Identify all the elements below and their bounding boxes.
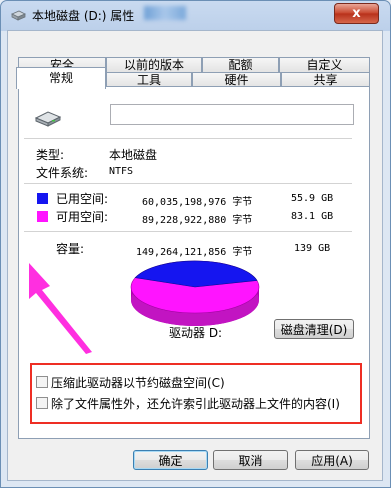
- compress-label[interactable]: 压缩此驱动器以节约磁盘空间(C): [51, 374, 225, 391]
- index-label[interactable]: 除了文件属性外，还允许索引此驱动器上文件的内容(I): [51, 395, 340, 412]
- used-space-bytes: 60,035,198,976 字节: [142, 197, 253, 208]
- drive-letter-label: 驱动器 D:: [169, 326, 223, 340]
- annotation-arrow: [29, 263, 92, 354]
- tab-sharing[interactable]: 共享: [281, 72, 370, 87]
- separator: [24, 183, 352, 184]
- window-title: 本地磁盘 (D:) 属性: [32, 9, 135, 23]
- free-space-label: 可用空间:: [56, 210, 109, 224]
- free-space-bytes: 89,228,922,880 字节: [142, 215, 253, 226]
- tab-quota[interactable]: 配额: [202, 57, 279, 72]
- tab-hardware[interactable]: 硬件: [192, 72, 281, 87]
- title-bar[interactable]: 本地磁盘 (D:) 属性 x: [1, 1, 390, 31]
- disk-cleanup-button[interactable]: 磁盘清理(D): [274, 319, 354, 339]
- capacity-gb: 139 GB: [294, 243, 331, 254]
- used-space-gb: 55.9 GB: [291, 193, 334, 204]
- used-space-label: 已用空间:: [56, 192, 109, 206]
- disk-usage-pie: [130, 260, 260, 326]
- cancel-button[interactable]: 取消: [213, 450, 288, 470]
- tab-tools[interactable]: 工具: [106, 72, 192, 87]
- title-blur: [144, 6, 186, 20]
- tab-customize[interactable]: 自定义: [279, 57, 370, 72]
- close-button[interactable]: x: [334, 3, 379, 24]
- capacity-label: 容量:: [56, 242, 85, 256]
- compress-checkbox[interactable]: [36, 376, 48, 388]
- tab-previous-versions[interactable]: 以前的版本: [106, 57, 202, 72]
- ok-button[interactable]: 确定: [133, 450, 208, 470]
- capacity-bytes: 149,264,121,856 字节: [136, 247, 253, 258]
- filesystem-value: NTFS: [109, 166, 134, 177]
- drive-name-input[interactable]: [110, 104, 354, 125]
- separator: [24, 138, 352, 139]
- apply-button[interactable]: 应用(A): [295, 450, 369, 470]
- drive-icon: [34, 111, 62, 127]
- type-value: 本地磁盘: [109, 148, 158, 162]
- free-space-gb: 83.1 GB: [291, 211, 334, 222]
- annotation-highlight-box: [30, 363, 362, 424]
- drive-title-icon: [11, 10, 26, 21]
- type-label: 类型:: [36, 148, 65, 162]
- used-space-swatch: [37, 193, 48, 204]
- filesystem-label: 文件系统:: [36, 166, 89, 180]
- separator: [24, 231, 352, 232]
- index-checkbox[interactable]: [36, 397, 48, 409]
- free-space-swatch: [37, 211, 48, 222]
- tab-general[interactable]: 常规: [16, 67, 106, 89]
